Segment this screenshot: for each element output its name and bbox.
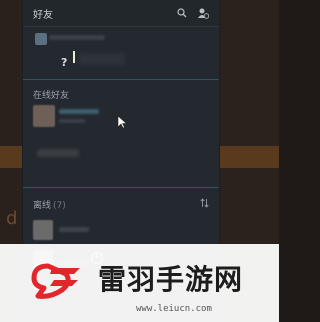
offline-count: (7)	[53, 201, 66, 211]
offline-title: 离线 (7)	[33, 198, 66, 211]
friend-status-blurred	[59, 119, 85, 123]
avatar	[33, 105, 55, 127]
friend-name-blurred	[59, 227, 89, 232]
online-friends-title: 在线好友	[33, 91, 70, 101]
watermark-url: www.leiucn.com	[136, 304, 212, 314]
offline-friend-item[interactable]	[23, 217, 219, 247]
friend-name-blurred	[37, 149, 79, 157]
my-status-text: ?	[61, 56, 68, 69]
search-icon[interactable]	[177, 8, 187, 18]
friend-name-blurred	[59, 109, 99, 114]
my-name-blurred	[49, 35, 105, 40]
my-avatar	[35, 33, 47, 45]
sort-icon[interactable]	[200, 198, 209, 211]
friends-panel-header: 好友	[23, 0, 219, 27]
my-profile-row[interactable]: ?	[23, 27, 219, 79]
avatar	[33, 220, 53, 240]
background-glyph: d	[6, 208, 18, 229]
mouse-cursor-icon	[118, 116, 127, 129]
offline-title-label: 离线	[33, 201, 52, 211]
offline-section-header[interactable]: 离线 (7)	[23, 188, 219, 217]
text-caret	[73, 51, 75, 63]
watermark-site-name: 雷羽手游网	[98, 263, 244, 296]
friends-panel-title: 好友	[33, 9, 53, 21]
header-actions	[177, 7, 209, 19]
add-friend-icon[interactable]	[197, 7, 209, 19]
my-status-blurred	[79, 53, 125, 65]
watermark-logo-icon	[31, 263, 80, 299]
friend-list-item[interactable]	[23, 141, 219, 167]
